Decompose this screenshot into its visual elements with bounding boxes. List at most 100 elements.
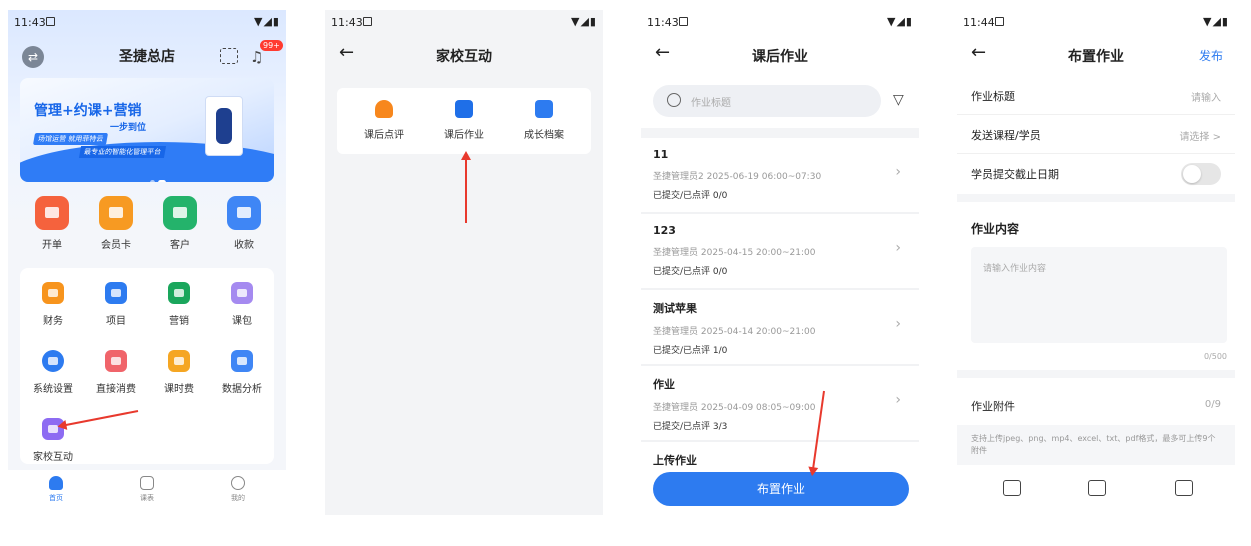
quick-label: 会员卡	[101, 240, 131, 251]
feature-after-class-review[interactable]: 课后点评	[349, 100, 419, 141]
quick-label: 客户	[170, 240, 190, 251]
grid-item-home-school[interactable]: 家校互动	[22, 418, 84, 463]
promo-banner[interactable]: 管理+约课+营销 一步到位 场馆运营 就用菲特云 最专业的智能化管理平台	[20, 78, 274, 182]
quick-item-order[interactable]: 开单	[22, 196, 82, 251]
status-time: 11:43	[14, 16, 46, 29]
signal-battery-icon: ▼◢▮	[254, 15, 280, 28]
grid-item-project[interactable]: 项目	[85, 282, 147, 327]
deadline-row: 学员提交截止日期	[957, 154, 1235, 193]
flower-icon	[375, 100, 393, 118]
bell-icon[interactable]: ♫	[250, 48, 263, 66]
publish-button[interactable]: 发布	[1199, 47, 1223, 64]
scan-icon[interactable]	[220, 48, 238, 64]
banner-tag: 场馆运营 就用菲特云	[32, 133, 109, 145]
list-item[interactable]: 123 圣捷管理员 2025-04-15 20:00~21:00 已提交/已点评…	[641, 214, 919, 290]
home-screen: 11:43 ▼◢▮ 圣捷总店 ⇄ ♫ 99+ 管理+约课+营销 一步到位 场馆运…	[8, 10, 286, 515]
list-item[interactable]: 作业 圣捷管理员 2025-04-09 08:05~09:00 已提交/已点评 …	[641, 366, 919, 442]
field-label: 作业标题	[971, 90, 1015, 103]
grid-label: 数据分析	[222, 384, 262, 395]
tab-schedule[interactable]: 课表	[117, 476, 177, 503]
quick-item-member-card[interactable]: 会员卡	[86, 196, 146, 251]
search-input[interactable]: 作业标题	[653, 85, 881, 117]
book-icon	[231, 282, 253, 304]
status-time: 11:43	[647, 16, 679, 29]
list-item[interactable]: 测试苹果 圣捷管理员 2025-04-14 20:00~21:00 已提交/已点…	[641, 290, 919, 366]
signal-battery-icon: ▼◢▮	[1203, 15, 1229, 28]
grid-label: 系统设置	[33, 384, 73, 395]
grid-item-finance[interactable]: 财务	[22, 282, 84, 327]
member-card-icon	[99, 196, 133, 230]
homework-meta: 圣捷管理员 2025-04-09 08:05~09:00	[653, 403, 816, 413]
grid-item-class-fee[interactable]: 课时费	[148, 350, 210, 395]
homework-title-field[interactable]: 作业标题 请输入	[957, 76, 1235, 115]
status-bar: 11:43 ▼◢▮	[8, 10, 286, 34]
image-icon[interactable]	[1003, 480, 1021, 496]
chevron-right-icon: ›	[895, 316, 901, 332]
notification-icon	[679, 17, 688, 26]
attachment-row: 作业附件 0/9	[957, 386, 1235, 425]
grid-label: 项目	[106, 316, 126, 327]
grid-item-analytics[interactable]: 数据分析	[211, 350, 273, 395]
customer-icon	[163, 196, 197, 230]
grid-item-course-package[interactable]: 课包	[211, 282, 273, 327]
textarea-placeholder: 请输入作业内容	[983, 264, 1047, 274]
quick-item-customer[interactable]: 客户	[150, 196, 210, 251]
tab-home[interactable]: 首页	[26, 476, 86, 503]
field-placeholder: 请输入	[1191, 93, 1221, 104]
grid-label: 财务	[43, 316, 63, 327]
notification-icon	[46, 17, 55, 26]
calendar-icon	[140, 476, 154, 490]
list-item[interactable]: 11 圣捷管理员2 2025-06-19 06:00~07:30 已提交/已点评…	[641, 138, 919, 214]
field-placeholder: 请选择 >	[1179, 132, 1221, 143]
quick-item-payment[interactable]: 收款	[214, 196, 274, 251]
feature-growth-record[interactable]: 成长档案	[509, 100, 579, 141]
homework-content-textarea[interactable]: 请输入作业内容	[971, 247, 1227, 343]
tab-label: 我的	[231, 494, 245, 502]
course-student-selector[interactable]: 发送课程/学员 请选择 >	[957, 115, 1235, 154]
home-header: 圣捷总店	[8, 38, 286, 74]
quick-label: 开单	[42, 240, 62, 251]
homework-list: 11 圣捷管理员2 2025-06-19 06:00~07:30 已提交/已点评…	[641, 138, 919, 515]
switch-store-icon[interactable]: ⇄	[22, 46, 44, 68]
assign-homework-button[interactable]: 布置作业	[653, 472, 909, 506]
filter-icon[interactable]: ▽	[893, 92, 904, 108]
status-time: 11:44	[963, 16, 995, 29]
grid-item-direct-consume[interactable]: 直接消费	[85, 350, 147, 395]
quick-actions: 开单 会员卡 客户 收款	[8, 196, 286, 256]
grid-label: 营销	[169, 316, 189, 327]
book-open-icon	[455, 100, 473, 118]
deadline-toggle[interactable]	[1181, 163, 1221, 185]
banner-subline: 一步到位	[110, 123, 147, 133]
homework-stat: 已提交/已点评 1/0	[653, 346, 728, 356]
notification-icon	[363, 17, 372, 26]
homework-title: 123	[653, 224, 676, 237]
page-title: 布置作业	[1068, 49, 1124, 65]
section-gap	[957, 194, 1235, 202]
card-yen-icon	[105, 350, 127, 372]
home-icon	[49, 476, 63, 490]
status-bar: 11:43 ▼◢▮	[641, 10, 919, 34]
homework-meta: 圣捷管理员 2025-04-14 20:00~21:00	[653, 327, 816, 337]
notification-icon	[995, 17, 1004, 26]
homework-list-screen: 11:43 ▼◢▮ ← 课后作业 作业标题 ▽ 11 圣捷管理员2 2025-0…	[641, 10, 919, 515]
feature-label: 课后点评	[364, 130, 404, 141]
page-header: ← 布置作业 发布	[957, 38, 1235, 74]
video-icon[interactable]	[1088, 480, 1106, 496]
stage: 11:43 ▼◢▮ 圣捷总店 ⇄ ♫ 99+ 管理+约课+营销 一步到位 场馆运…	[0, 0, 1251, 546]
assign-homework-screen: 11:44 ▼◢▮ ← 布置作业 发布 作业标题 请输入 发送课程/学员 请选择…	[957, 10, 1235, 515]
folder-icon	[105, 282, 127, 304]
feature-card: 课后点评 课后作业 成长档案	[337, 88, 591, 154]
tab-profile[interactable]: 我的	[208, 476, 268, 503]
feature-homework[interactable]: 课后作业	[429, 100, 499, 141]
chevron-right-icon: ›	[895, 392, 901, 408]
search-placeholder: 作业标题	[691, 98, 731, 109]
grid-item-settings[interactable]: 系统设置	[22, 350, 84, 395]
page-title: 圣捷总店	[119, 49, 175, 65]
file-icon[interactable]	[1175, 480, 1193, 496]
marketing-icon	[168, 282, 190, 304]
grid-label: 家校互动	[33, 452, 73, 463]
homework-title: 作业	[653, 378, 675, 391]
grid-label: 直接消费	[96, 384, 136, 395]
grid-item-marketing[interactable]: 营销	[148, 282, 210, 327]
field-label: 学员提交截止日期	[971, 168, 1059, 181]
